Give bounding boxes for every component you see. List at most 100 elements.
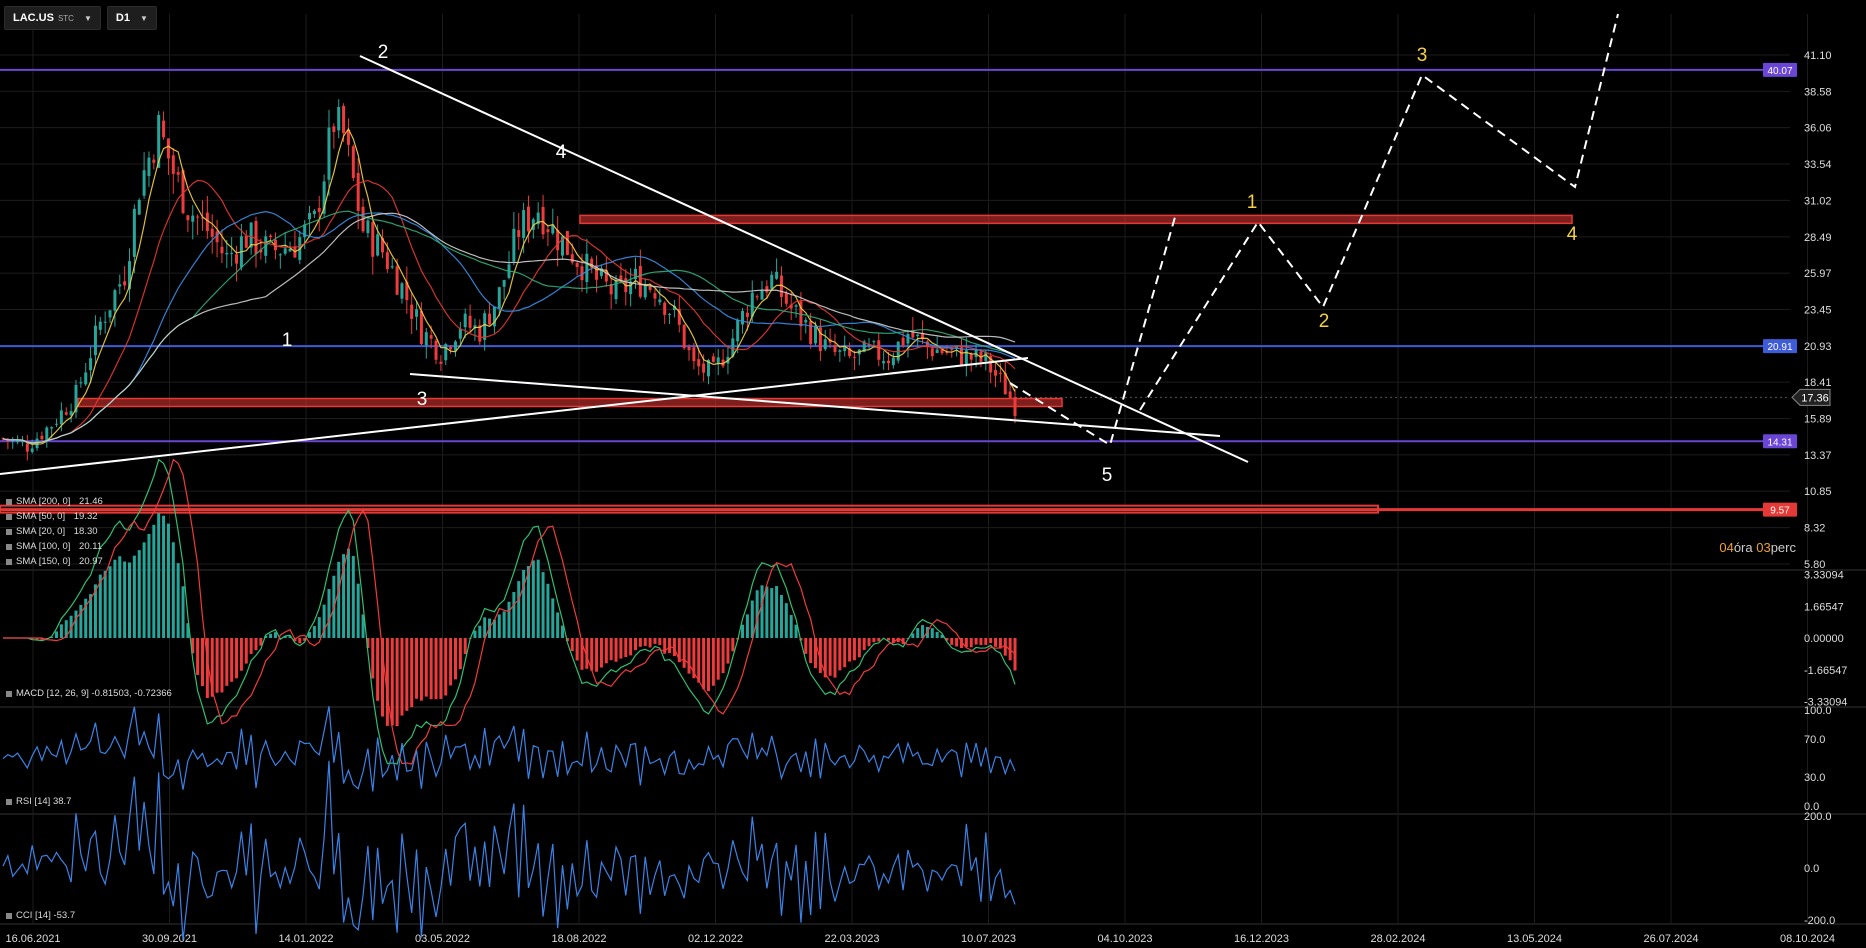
- macd-histogram: [30, 513, 1017, 727]
- y-tick-label: 15.89: [1804, 414, 1832, 426]
- macd-bar: [687, 638, 691, 674]
- macd-bar: [935, 631, 939, 638]
- candle-body: [745, 312, 749, 317]
- price-chart[interactable]: 16.06.2021 30.09.2021 14.01.2022 03.05.2022…: [0, 0, 1866, 948]
- candle-body: [166, 138, 170, 159]
- macd-bar: [390, 638, 394, 726]
- candle-body: [668, 314, 672, 316]
- macd-bar: [522, 569, 526, 638]
- macd-bar: [410, 638, 414, 708]
- candle-body: [429, 335, 433, 339]
- candle-body: [89, 358, 93, 371]
- candle-body: [118, 284, 122, 287]
- sma-value: 18.30: [73, 526, 98, 537]
- candle-body: [25, 443, 29, 452]
- candle-body: [483, 313, 487, 340]
- cci-label[interactable]: CCI [14] -53.7: [6, 910, 75, 921]
- candle-body: [249, 222, 253, 248]
- sma-150-label[interactable]: SMA [150, 0] 20.97: [6, 556, 103, 567]
- candle-body: [55, 423, 59, 425]
- macd-label[interactable]: MACD [12, 26, 9] -0.81503, -0.72366: [6, 688, 172, 699]
- macd-bar: [721, 638, 725, 674]
- candle-body: [546, 229, 550, 233]
- candle-body: [103, 321, 107, 323]
- candle-body: [376, 234, 380, 256]
- macd-bar: [351, 556, 355, 638]
- sma-200-label[interactable]: SMA [200, 0] 21.46: [6, 496, 103, 507]
- settings-icon: [6, 798, 12, 805]
- settings-icon: [6, 498, 12, 505]
- y-tick-label: 33.54: [1804, 159, 1832, 171]
- macd-bar: [828, 638, 832, 676]
- sma-50-label[interactable]: SMA [50, 0] 19.32: [6, 511, 98, 522]
- wave-label-white: 2: [378, 42, 389, 63]
- candle-body: [171, 155, 175, 174]
- sma-value: 20.97: [79, 556, 103, 567]
- macd-bar: [570, 638, 574, 652]
- candle-body: [692, 347, 696, 362]
- candle-body: [123, 281, 127, 286]
- sma-100-label[interactable]: SMA [100, 0] 20.11: [6, 541, 102, 552]
- wave-label-white: 3: [417, 389, 428, 410]
- candle-body: [453, 341, 457, 351]
- candle-body: [556, 229, 560, 251]
- macd-bar: [235, 638, 239, 679]
- candle-body: [838, 350, 842, 352]
- candle-body: [415, 309, 419, 317]
- candle-body: [458, 328, 462, 339]
- macd-bar: [750, 600, 754, 638]
- candle-body: [852, 356, 856, 358]
- candle-body: [784, 293, 788, 304]
- candle-body: [337, 106, 341, 131]
- macd-bar: [298, 638, 302, 644]
- cci-line: [2, 760, 1016, 941]
- macd-bar: [872, 638, 876, 643]
- wave-label-white: 5: [1102, 465, 1113, 486]
- level-price-tag-label: 20.91: [1767, 342, 1792, 353]
- macd-bar: [604, 638, 608, 664]
- macd-bar: [142, 542, 146, 638]
- candle-body: [882, 361, 886, 364]
- level-price-tag-label: 14.31: [1767, 437, 1792, 448]
- sma-20-label[interactable]: SMA [20, 0] 18.30: [6, 526, 98, 537]
- candle-body: [191, 215, 195, 222]
- candle-body: [390, 266, 394, 268]
- candle-body: [891, 357, 895, 366]
- candle-body: [225, 252, 229, 255]
- chevron-down-icon: ▼: [139, 13, 148, 23]
- macd-bar: [346, 548, 350, 638]
- sma-name: SMA [100, 0]: [16, 541, 71, 552]
- x-tick-label: 18.08.2022: [551, 933, 606, 945]
- macd-bar: [439, 638, 443, 699]
- level-price-tag-label: 40.07: [1767, 66, 1792, 77]
- candle-body: [517, 230, 521, 237]
- candle-body: [30, 448, 34, 452]
- candle-body: [522, 210, 526, 238]
- macd-bar: [634, 638, 637, 651]
- macd-bar: [254, 638, 258, 651]
- candle-body: [638, 266, 642, 297]
- candle-body: [687, 346, 691, 351]
- symbol-selector[interactable]: LAC.US STC ▼: [4, 6, 101, 30]
- macd-bar: [862, 638, 866, 651]
- macd-bar: [244, 638, 248, 664]
- macd-bar: [225, 638, 229, 686]
- macd-bar: [395, 638, 399, 727]
- candle-body: [142, 170, 146, 196]
- rsi-line: [2, 706, 1016, 792]
- rsi-label[interactable]: RSI [14] 38.7: [6, 796, 71, 807]
- candle-body: [283, 248, 287, 254]
- candle-body: [833, 345, 837, 353]
- candle-body: [244, 235, 248, 248]
- x-tick-label: 28.02.2024: [1370, 933, 1425, 945]
- candle-body: [775, 271, 779, 279]
- support-zone: [77, 397, 1063, 408]
- candle-body: [760, 290, 764, 300]
- candle-body: [468, 315, 472, 328]
- timeframe-selector[interactable]: D1 ▼: [106, 6, 157, 30]
- candle-body: [994, 370, 998, 376]
- symbol-label: LAC.US: [13, 12, 54, 24]
- settings-icon: [6, 690, 12, 697]
- macd-bar: [843, 638, 847, 668]
- candle-body: [585, 253, 589, 282]
